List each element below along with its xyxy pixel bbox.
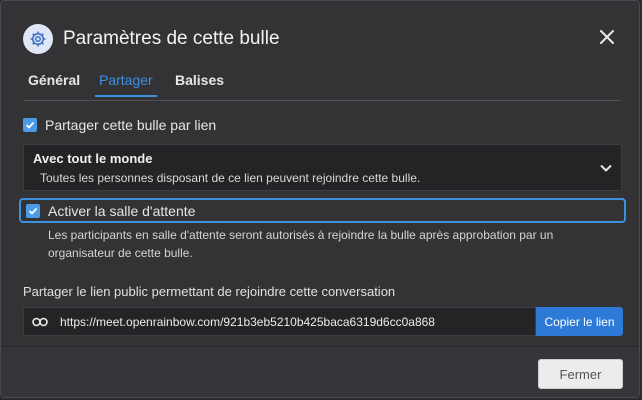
public-link-field[interactable]: https://meet.openrainbow.com/921b3eb5210… (23, 307, 536, 336)
close-icon[interactable] (597, 27, 617, 47)
tab-tags[interactable]: Balises (175, 72, 224, 96)
gear-icon (23, 24, 53, 54)
public-link-label: Partager le lien public permettant de re… (23, 284, 396, 299)
tab-bar: Général Partager Balises (23, 67, 621, 101)
dialog-title: Paramètres de cette bulle (63, 28, 280, 49)
link-icon (28, 317, 52, 327)
waiting-room-checkbox[interactable] (26, 203, 40, 218)
share-by-link-checkbox[interactable] (23, 118, 37, 132)
access-select-description: Toutes les personnes disposant de ce lie… (40, 171, 421, 185)
share-by-link-row: Partager cette bulle par lien (23, 117, 216, 133)
dialog-header: Paramètres de cette bulle (23, 23, 280, 55)
waiting-room-label: Activer la salle d'attente (48, 202, 196, 219)
waiting-room-row: Activer la salle d'attente (19, 198, 626, 223)
tab-share[interactable]: Partager (95, 72, 157, 97)
tab-general[interactable]: Général (28, 72, 80, 96)
chevron-down-icon (599, 161, 613, 180)
access-select[interactable]: Avec tout le monde Toutes les personnes … (23, 144, 622, 191)
access-select-title: Avec tout le monde (33, 151, 153, 166)
close-button[interactable]: Fermer (538, 359, 623, 389)
public-link-url: https://meet.openrainbow.com/921b3eb5210… (60, 314, 435, 329)
copy-link-button[interactable]: Copier le lien (536, 307, 623, 336)
share-by-link-label: Partager cette bulle par lien (45, 117, 217, 133)
waiting-room-help: Les participants en salle d'attente sero… (48, 228, 554, 260)
settings-dialog: Paramètres de cette bulle Général Partag… (0, 0, 640, 398)
